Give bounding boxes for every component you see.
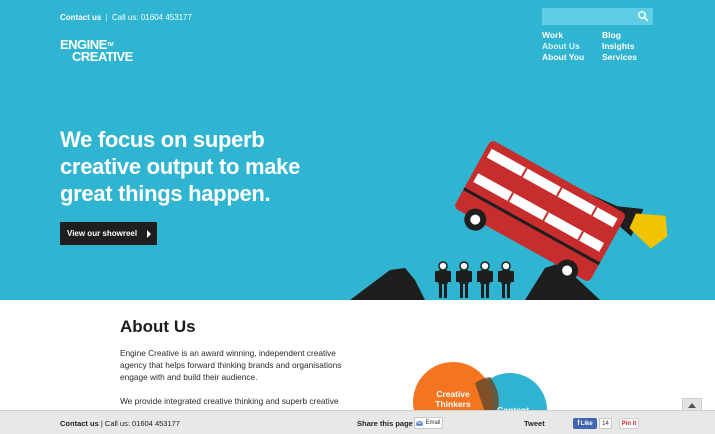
footer-contact: Contact us | Call us: 01604 453177 xyxy=(60,419,180,428)
nav-item-insights[interactable]: Insights xyxy=(602,41,635,51)
email-share-button[interactable]: Email xyxy=(414,417,443,429)
facebook-like-button[interactable]: f Like xyxy=(573,418,597,429)
contact-us-link[interactable]: Contact us xyxy=(60,13,101,22)
phone-number: Call us: 01604 453177 xyxy=(111,13,192,22)
nav-item-about-us[interactable]: About Us xyxy=(542,41,580,51)
footer-separator: | xyxy=(100,419,103,428)
search-icon[interactable] xyxy=(637,10,649,22)
view-showreel-button[interactable]: View our showreel xyxy=(60,222,157,245)
nav-item-services[interactable]: Services xyxy=(602,52,637,62)
hero-section: Contact us | Call us: 01604 453177 ENGIN… xyxy=(0,0,715,300)
header-contact: Contact us | Call us: 01604 453177 xyxy=(60,13,192,22)
facebook-icon: f xyxy=(577,420,580,427)
venn-label-creative: Creative Thinkers xyxy=(435,389,471,409)
like-count: 14 xyxy=(599,418,612,429)
pinterest-pin-button[interactable]: Pin it xyxy=(619,418,639,429)
venn-diagram: CreativeThinkers Content xyxy=(413,362,547,415)
search-box xyxy=(542,8,653,27)
tweet-button[interactable]: Tweet xyxy=(524,419,545,428)
nav-item-work[interactable]: Work xyxy=(542,30,563,40)
showreel-button-label: View our showreel xyxy=(67,229,138,238)
hero-illustration xyxy=(350,141,668,300)
red-bus xyxy=(455,141,625,282)
footer-contact-us-link[interactable]: Contact us xyxy=(60,419,99,428)
contact-separator: | xyxy=(105,13,108,22)
search-input[interactable] xyxy=(542,10,632,27)
engine-creative-logo[interactable]: ENGINETM CREATIVE xyxy=(60,38,133,63)
about-title: About Us xyxy=(120,317,196,336)
nav-item-blog[interactable]: Blog xyxy=(602,30,621,40)
left-hill xyxy=(350,268,425,300)
footer-phone: Call us: 01604 453177 xyxy=(104,419,180,428)
share-label: Share this page xyxy=(357,419,413,428)
about-paragraph-1: Engine Creative is an award winning, ind… xyxy=(120,348,342,382)
footer-bar: Contact us | Call us: 01604 453177 Share… xyxy=(0,410,715,434)
up-arrow-icon xyxy=(688,402,696,408)
envelope-icon xyxy=(416,420,424,426)
play-arrow-icon xyxy=(147,230,151,238)
nav-item-about-you[interactable]: About You xyxy=(542,52,584,62)
people-figures xyxy=(435,261,514,298)
hero-headline: We focus on superb creative output to ma… xyxy=(60,127,301,206)
